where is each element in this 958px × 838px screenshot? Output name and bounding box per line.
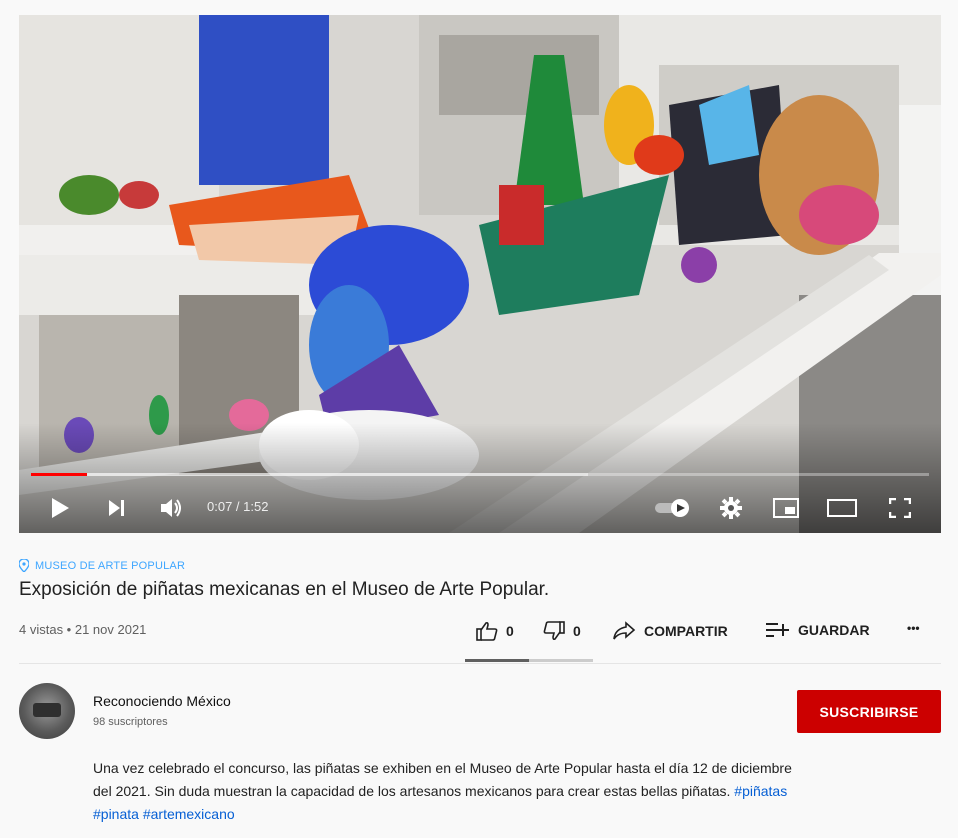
divider — [19, 663, 941, 664]
video-description: Una vez celebrado el concurso, las piñat… — [93, 757, 813, 826]
next-button[interactable] — [102, 493, 132, 523]
sentiment-like-fill — [465, 659, 529, 662]
video-stats: 4 vistas • 21 nov 2021 — [19, 622, 147, 637]
share-button[interactable]: COMPARTIR — [612, 621, 728, 641]
video-player[interactable]: 0:07 / 1:52 — [19, 15, 941, 533]
theater-mode-button[interactable] — [825, 493, 859, 523]
hashtag[interactable]: #artemexicano — [143, 806, 235, 822]
location-link[interactable]: MUSEO DE ARTE POPULAR — [19, 559, 185, 572]
playlist-add-icon — [766, 623, 789, 637]
autoplay-toggle-icon — [655, 499, 689, 517]
hashtag[interactable]: #pinata — [93, 806, 139, 822]
settings-button[interactable] — [716, 493, 746, 523]
dislike-count: 0 — [573, 623, 581, 639]
hashtag[interactable]: #piñatas — [734, 783, 787, 799]
avatar-image — [33, 703, 61, 717]
like-count: 0 — [506, 623, 514, 639]
share-label: COMPARTIR — [644, 623, 728, 639]
next-icon — [109, 500, 124, 516]
more-icon: ••• — [907, 621, 920, 635]
volume-button[interactable] — [157, 493, 187, 523]
gear-icon — [720, 497, 742, 519]
progress-buffered — [31, 473, 588, 476]
volume-icon — [161, 499, 181, 517]
save-label: GUARDAR — [798, 622, 870, 638]
theater-mode-icon — [827, 499, 857, 517]
progress-bar[interactable] — [31, 473, 929, 476]
location-pin-icon — [19, 559, 29, 572]
more-actions-button[interactable]: ••• — [907, 621, 920, 635]
save-button[interactable]: GUARDAR — [766, 621, 870, 639]
fullscreen-button[interactable] — [885, 493, 915, 523]
channel-name[interactable]: Reconociendo México — [93, 693, 231, 709]
miniplayer-button[interactable] — [771, 493, 801, 523]
fullscreen-icon — [889, 498, 911, 518]
thumbs-down-icon — [543, 621, 565, 641]
share-arrow-icon — [613, 621, 636, 640]
video-title: Exposición de piñatas mexicanas en el Mu… — [19, 579, 550, 600]
autoplay-toggle[interactable] — [651, 493, 695, 523]
subscriber-count: 98 suscriptores — [93, 716, 168, 728]
time-display: 0:07 / 1:52 — [207, 499, 269, 514]
channel-avatar[interactable] — [19, 683, 75, 739]
thumbs-up-icon — [476, 621, 498, 641]
description-text: Una vez celebrado el concurso, las piñat… — [93, 760, 792, 799]
like-button[interactable]: 0 — [476, 621, 514, 641]
play-icon — [52, 498, 69, 518]
miniplayer-icon — [773, 498, 799, 518]
location-label: MUSEO DE ARTE POPULAR — [35, 559, 186, 572]
subscribe-button[interactable]: SUSCRIBIRSE — [797, 690, 941, 733]
progress-played — [31, 473, 88, 476]
play-button[interactable] — [45, 493, 75, 523]
dislike-button[interactable]: 0 — [543, 621, 581, 641]
sentiment-bar — [465, 659, 593, 662]
